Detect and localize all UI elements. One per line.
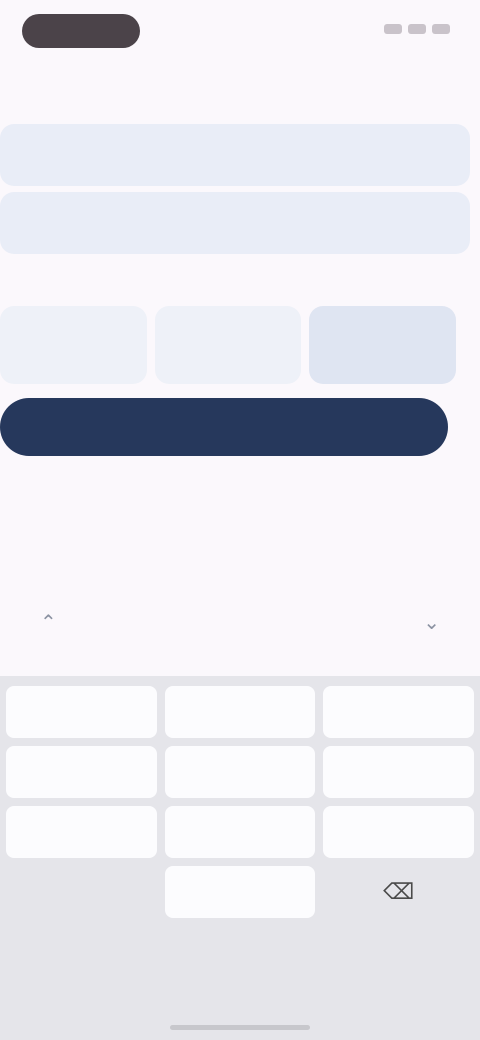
- second-field[interactable]: [0, 192, 470, 254]
- key-3[interactable]: [323, 686, 474, 738]
- chevron-up-icon[interactable]: ⌃: [40, 610, 57, 635]
- key-8[interactable]: [164, 806, 316, 858]
- key-blank: [6, 866, 157, 918]
- key-7[interactable]: [6, 806, 157, 858]
- wifi-icon: [408, 24, 426, 34]
- segment-option-3[interactable]: [309, 306, 457, 384]
- segment-option-1[interactable]: [0, 306, 147, 384]
- segmented-control: [0, 306, 457, 384]
- first-field[interactable]: [0, 124, 470, 186]
- key-6[interactable]: [323, 746, 474, 798]
- home-indicator: [170, 1025, 310, 1030]
- backspace-icon: ⌫: [383, 879, 415, 904]
- segment-option-2[interactable]: [154, 306, 302, 384]
- status-icons: [384, 24, 450, 34]
- chevron-down-icon[interactable]: ⌄: [423, 610, 440, 635]
- first-field-input[interactable]: [16, 134, 454, 156]
- primary-button[interactable]: [0, 398, 448, 456]
- backspace-key[interactable]: ⌫: [323, 866, 474, 918]
- signal-icon: [384, 24, 402, 34]
- key-9[interactable]: [323, 806, 474, 858]
- key-1[interactable]: [6, 686, 157, 738]
- key-5[interactable]: [164, 746, 316, 798]
- keyboard-toolbar: ⌃ ⌄: [0, 598, 480, 646]
- header: [0, 62, 480, 110]
- second-field-input[interactable]: [16, 202, 454, 224]
- key-2[interactable]: [164, 686, 316, 738]
- battery-icon: [432, 24, 450, 34]
- key-4[interactable]: [6, 746, 157, 798]
- key-0[interactable]: [164, 866, 316, 918]
- status-bar: [0, 0, 480, 64]
- numeric-keyboard: ⌫: [0, 676, 480, 1040]
- keypad: ⌫: [0, 686, 480, 918]
- dynamic-island: [22, 14, 140, 48]
